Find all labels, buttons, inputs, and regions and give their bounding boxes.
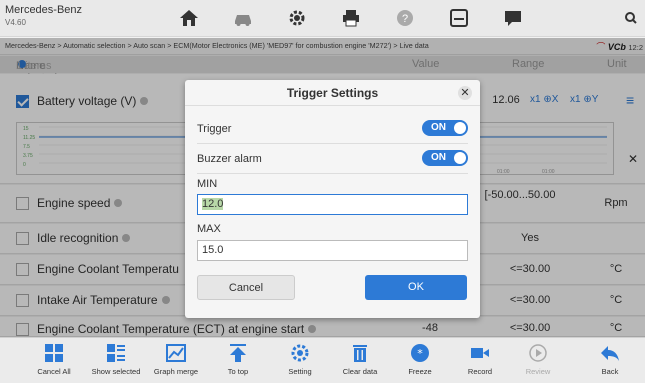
to-top-button[interactable]: To top	[208, 342, 268, 376]
graph-merge-button[interactable]: Graph merge	[146, 342, 206, 376]
save-icon[interactable]	[448, 8, 470, 28]
graph-icon	[166, 344, 186, 362]
gear-icon[interactable]	[286, 8, 308, 28]
divider	[197, 173, 468, 174]
toggle-knob	[454, 152, 466, 164]
review-button[interactable]: Review	[508, 342, 568, 376]
buzzer-row: Buzzer alarm ON	[197, 150, 468, 168]
list-grid-icon	[107, 344, 125, 362]
max-label: MAX	[197, 223, 221, 235]
graph-merge-label: Graph merge	[153, 367, 199, 376]
svg-text:*: *	[417, 347, 423, 360]
setting-button[interactable]: Setting	[270, 342, 330, 376]
message-icon[interactable]	[502, 8, 524, 28]
dialog-title: Trigger Settings	[185, 80, 480, 106]
help-icon[interactable]: ?	[394, 8, 416, 28]
version-label: V4.60	[5, 18, 26, 27]
grid-icon	[45, 344, 63, 362]
record-button[interactable]: Record	[450, 342, 510, 376]
top-bar: Mercedes-Benz V4.60 ?	[0, 0, 645, 37]
close-icon[interactable]: ✕	[458, 86, 472, 100]
play-icon	[529, 344, 547, 362]
toggle-knob	[454, 122, 466, 134]
bottom-toolbar: Cancel All Show selected Graph merge To …	[0, 337, 645, 383]
freeze-button[interactable]: * Freeze	[390, 342, 450, 376]
setting-label: Setting	[288, 367, 312, 376]
live-data-screen: Mercedes-Benz V4.60 ? Mercedes-Benz > Au	[0, 0, 645, 383]
brand-title: Mercedes-Benz	[5, 4, 83, 16]
back-arrow-icon	[601, 346, 619, 361]
min-value: 12.0	[202, 198, 224, 210]
max-value: 15.0	[202, 244, 224, 256]
freeze-label: Freeze	[408, 367, 432, 376]
to-top-label: To top	[227, 367, 249, 376]
vehicle-icon[interactable]	[232, 8, 254, 28]
trigger-row: Trigger ON	[197, 120, 468, 138]
gear-icon	[291, 344, 309, 362]
cancel-all-label: Cancel All	[37, 367, 71, 376]
trigger-settings-dialog: Trigger Settings ✕ Trigger ON Buzzer ala…	[185, 80, 480, 318]
printer-icon[interactable]	[340, 8, 362, 28]
review-label: Review	[525, 367, 551, 376]
record-label: Record	[467, 367, 493, 376]
home-icon[interactable]	[178, 8, 200, 28]
arrow-up-icon	[230, 344, 246, 362]
buzzer-toggle[interactable]: ON	[422, 150, 468, 166]
snowflake-icon: *	[411, 344, 429, 362]
show-selected-label: Show selected	[91, 367, 141, 376]
trigger-state: ON	[431, 122, 446, 133]
back-label: Back	[601, 367, 619, 376]
max-field[interactable]: 15.0	[197, 240, 468, 261]
search-icon[interactable]	[620, 8, 642, 28]
svg-text:?: ?	[402, 13, 408, 25]
ok-button[interactable]: OK	[365, 275, 467, 300]
app-title: Mercedes-Benz V4.60	[5, 4, 82, 28]
video-icon	[471, 348, 489, 358]
show-selected-button[interactable]: Show selected	[86, 342, 146, 376]
cancel-all-button[interactable]: Cancel All	[24, 342, 84, 376]
trash-icon	[353, 345, 367, 362]
clear-data-label: Clear data	[342, 367, 378, 376]
trigger-toggle[interactable]: ON	[422, 120, 468, 136]
divider	[197, 143, 468, 144]
buzzer-state: ON	[431, 152, 446, 163]
clear-data-button[interactable]: Clear data	[330, 342, 390, 376]
min-field[interactable]: 12.0	[197, 194, 468, 215]
back-button[interactable]: Back	[580, 342, 640, 376]
min-label: MIN	[197, 178, 218, 190]
cancel-button[interactable]: Cancel	[197, 275, 295, 300]
buzzer-label: Buzzer alarm	[197, 153, 262, 165]
trigger-label: Trigger	[197, 123, 232, 135]
